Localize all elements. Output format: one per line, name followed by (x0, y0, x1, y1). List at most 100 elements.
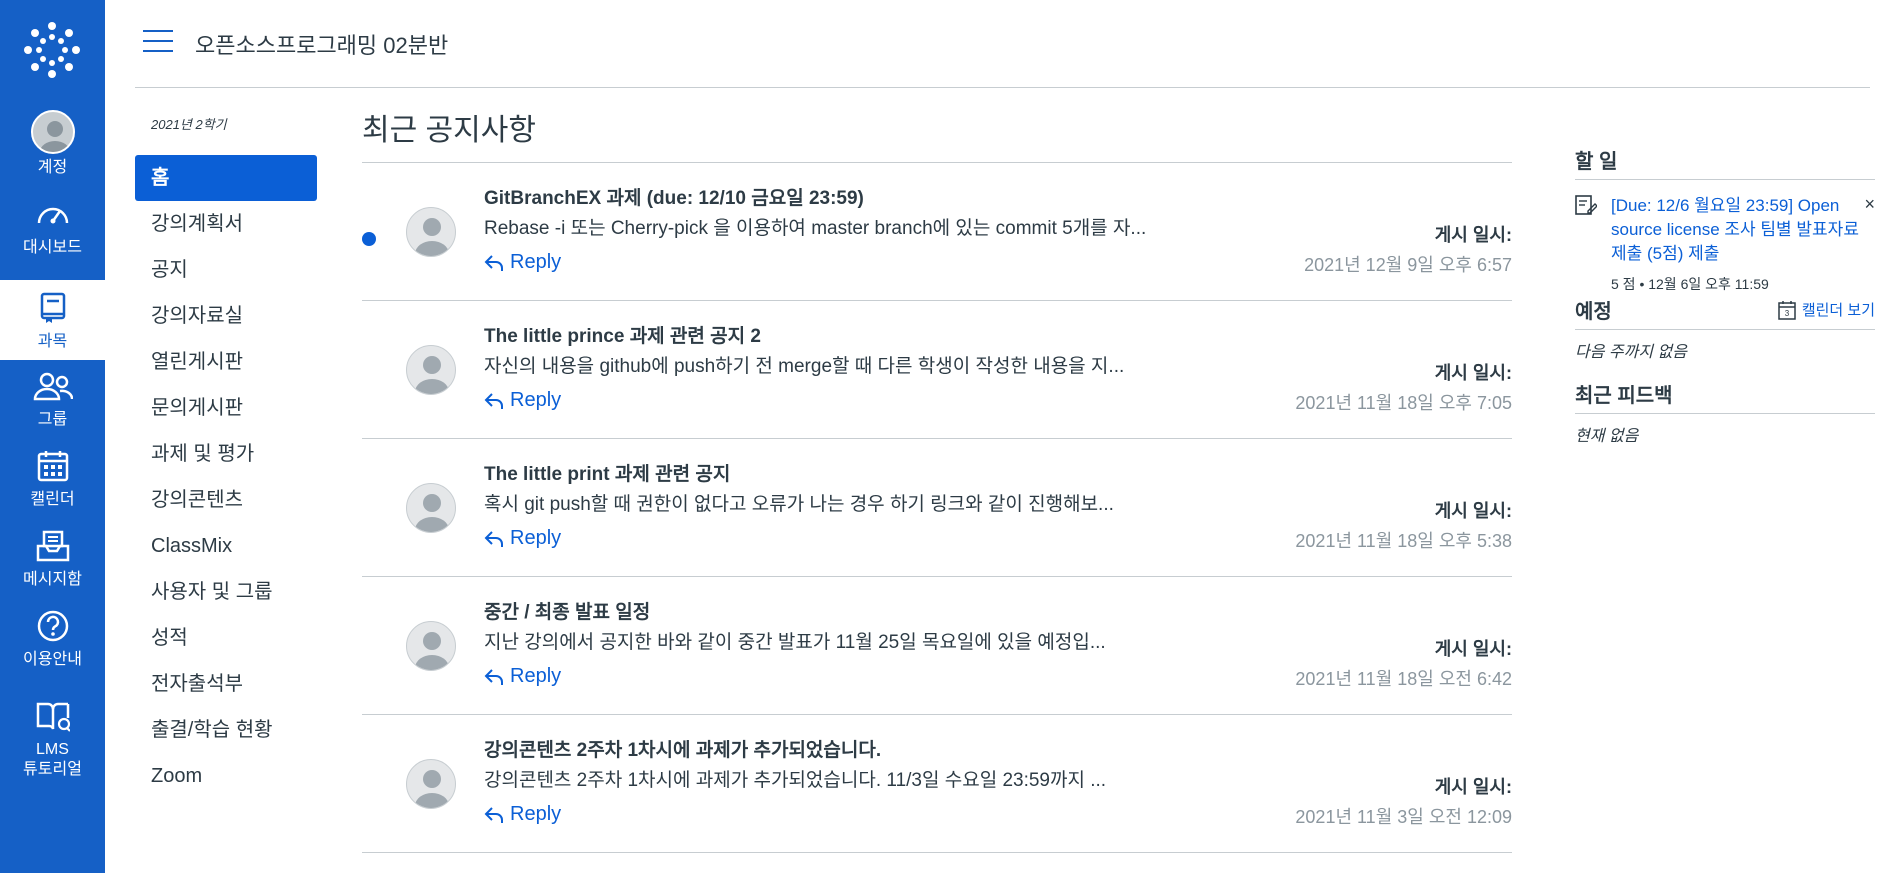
breadcrumb-course-title[interactable]: 오픈소스프로그래밍 02분반 (195, 28, 448, 60)
reply-icon (484, 392, 503, 409)
nav-account-label: 계정 (37, 159, 68, 176)
posted-at-label: 게시 일시: (1434, 501, 1512, 521)
nav-inbox[interactable]: 메시지함 (0, 518, 105, 598)
tutorial-icon (33, 696, 73, 736)
courses-icon (33, 288, 73, 328)
feedback-empty: 현재 없음 (1575, 428, 1639, 445)
global-nav: 계정 대시보드 과목 그룹 캘린더 메시지함 이용안내 LMS 튜토리얼 (0, 0, 105, 873)
announcement-title[interactable]: The little prince 과제 관련 공지 2 (484, 321, 761, 348)
upcoming-heading-label: 예정 (1575, 301, 1612, 323)
reply-icon (484, 254, 503, 271)
reply-button[interactable]: Reply (484, 251, 561, 274)
nav-help[interactable]: 이용안내 (0, 598, 105, 678)
reply-label: Reply (510, 527, 562, 549)
reply-icon (484, 668, 503, 685)
posted-at-date: 2021년 11월 18일 오전 6:42 (1295, 669, 1512, 689)
todo-heading-label: 할 일 (1575, 151, 1618, 173)
course-nav: 2021년 2학기 홈 강의계획서 공지 강의자료실 열린게시판 문의게시판 과… (135, 115, 317, 799)
nav-calendar-label: 캘린더 (30, 491, 75, 508)
nav-tutorial-label: LMS 튜토리얼 (23, 741, 82, 778)
assignment-icon (1575, 194, 1598, 221)
author-avatar (406, 621, 456, 671)
announcement-item: The little print 과제 관련 공지 혹시 git push할 때… (362, 439, 1512, 577)
course-nav-grades[interactable]: 성적 (135, 615, 317, 661)
term-label: 2021년 2학기 (151, 117, 227, 132)
course-nav-home[interactable]: 홈 (135, 155, 317, 201)
reply-button[interactable]: Reply (484, 665, 561, 688)
view-calendar-link[interactable]: 3 캘린더 보기 (1778, 299, 1875, 320)
todo-heading: 할 일 (1575, 140, 1875, 180)
posted-at-date: 2021년 11월 3일 오전 12:09 (1295, 807, 1512, 827)
calendar-small-icon: 3 (1778, 300, 1796, 320)
avatar (30, 110, 75, 154)
groups-icon (33, 366, 73, 406)
help-icon (33, 606, 73, 646)
announcement-preview: 지난 강의에서 공지한 바와 같이 중간 발표가 11월 25일 목요일에 있을… (484, 632, 1106, 653)
author-avatar (406, 759, 456, 809)
nav-groups-label: 그룹 (37, 411, 68, 428)
announcement-preview: 자신의 내용을 github에 push하기 전 merge할 때 다른 학생이… (484, 356, 1125, 377)
course-nav-open-board[interactable]: 열린게시판 (135, 339, 317, 385)
canvas-logo[interactable] (22, 20, 82, 80)
nav-calendar[interactable]: 캘린더 (0, 438, 105, 518)
posted-at-label: 게시 일시: (1434, 639, 1512, 659)
course-nav-learning-status[interactable]: 출결/학습 현황 (135, 707, 317, 753)
inbox-icon (33, 526, 73, 566)
course-nav-qna-board[interactable]: 문의게시판 (135, 385, 317, 431)
posted-at-date: 2021년 11월 18일 오후 7:05 (1295, 393, 1512, 413)
course-nav-attendance[interactable]: 전자출석부 (135, 661, 317, 707)
reply-button[interactable]: Reply (484, 803, 561, 826)
reply-icon (484, 530, 503, 547)
announcement-preview: 강의콘텐츠 2주차 1차시에 과제가 추가되었습니다. 11/3일 수요일 23… (484, 770, 1107, 791)
announcement-title[interactable]: GitBranchEX 과제 (due: 12/10 금요일 23:59) (484, 183, 864, 210)
author-avatar (406, 483, 456, 533)
feedback-heading: 최근 피드백 (1575, 374, 1875, 414)
nav-courses-label: 과목 (37, 333, 68, 350)
reply-label: Reply (510, 665, 562, 687)
calendar-icon (33, 446, 73, 486)
nav-inbox-label: 메시지함 (23, 571, 82, 588)
course-nav-zoom[interactable]: Zoom (135, 753, 317, 799)
dismiss-todo-button[interactable]: × (1864, 194, 1875, 215)
reply-label: Reply (510, 251, 562, 273)
nav-courses[interactable]: 과목 (0, 280, 105, 360)
reply-button[interactable]: Reply (484, 389, 561, 412)
nav-groups[interactable]: 그룹 (0, 358, 105, 438)
todo-meta: 5 점 • 12월 6일 오후 11:59 (1611, 276, 1769, 292)
unread-indicator-icon (362, 232, 376, 246)
course-nav-contents[interactable]: 강의콘텐츠 (135, 477, 317, 523)
posted-at-label: 게시 일시: (1434, 777, 1512, 797)
announcement-title[interactable]: The little print 과제 관련 공지 (484, 459, 730, 486)
page-title: 최근 공지사항 (362, 105, 1512, 163)
hamburger-menu-button[interactable] (143, 30, 173, 54)
nav-dashboard[interactable]: 대시보드 (0, 186, 105, 266)
course-nav-syllabus[interactable]: 강의계획서 (135, 201, 317, 247)
course-nav-people[interactable]: 사용자 및 그룹 (135, 569, 317, 615)
posted-at-label: 게시 일시: (1434, 225, 1512, 245)
todo-link[interactable]: [Due: 12/6 월요일 23:59] Open source licens… (1611, 196, 1859, 263)
course-nav-assignments[interactable]: 과제 및 평가 (135, 431, 317, 477)
reply-button[interactable]: Reply (484, 527, 561, 550)
announcement-title[interactable]: 강의콘텐츠 2주차 1차시에 과제가 추가되었습니다. (484, 735, 881, 762)
recent-announcements: 최근 공지사항 GitBranchEX 과제 (due: 12/10 금요일 2… (362, 105, 1512, 853)
announcement-preview: 혹시 git push할 때 권한이 없다고 오류가 나는 경우 하기 링크와 … (484, 494, 1114, 515)
calendar-day-number: 3 (1785, 309, 1790, 318)
course-nav-announcements[interactable]: 공지 (135, 247, 317, 293)
dashboard-icon (33, 194, 73, 234)
upcoming-empty: 다음 주까지 없음 (1575, 344, 1687, 361)
announcement-preview: Rebase -i 또는 Cherry-pick 을 이용하여 master b… (484, 218, 1147, 239)
posted-at-label: 게시 일시: (1434, 363, 1512, 383)
nav-dashboard-label: 대시보드 (23, 239, 82, 256)
course-nav-classmix[interactable]: ClassMix (135, 523, 317, 569)
right-sidebar: 할 일 [Due: 12/6 월요일 23:59] Open source li… (1575, 140, 1875, 458)
announcement-item: The little prince 과제 관련 공지 2 자신의 내용을 git… (362, 301, 1512, 439)
nav-tutorial[interactable]: LMS 튜토리얼 (0, 690, 105, 786)
course-nav-files[interactable]: 강의자료실 (135, 293, 317, 339)
announcement-item: 중간 / 최종 발표 일정 지난 강의에서 공지한 바와 같이 중간 발표가 1… (362, 577, 1512, 715)
nav-help-label: 이용안내 (23, 651, 82, 668)
todo-item: [Due: 12/6 월요일 23:59] Open source licens… (1575, 180, 1875, 292)
announcement-item: 강의콘텐츠 2주차 1차시에 과제가 추가되었습니다. 강의콘텐츠 2주차 1차… (362, 715, 1512, 853)
nav-account[interactable]: 계정 (0, 104, 105, 184)
app-root: 계정 대시보드 과목 그룹 캘린더 메시지함 이용안내 LMS 튜토리얼 오픈소… (0, 0, 1896, 873)
announcement-title[interactable]: 중간 / 최종 발표 일정 (484, 597, 650, 624)
